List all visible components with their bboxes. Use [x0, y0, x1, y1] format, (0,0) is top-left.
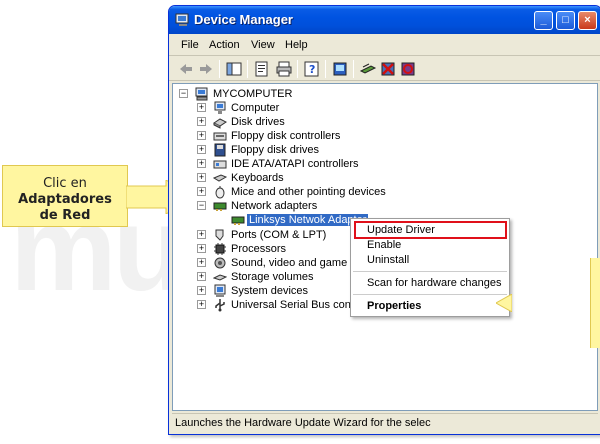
menubar: File Action View Help [169, 36, 600, 56]
floppy-drive-icon [214, 143, 226, 157]
menu-enable[interactable]: Enable [367, 239, 401, 251]
menu-update-driver[interactable]: Update Driver [367, 224, 435, 236]
expand-toggle[interactable]: + [197, 258, 206, 267]
print-icon[interactable] [275, 60, 293, 78]
expand-toggle[interactable]: + [197, 187, 206, 196]
titlebar[interactable]: Device Manager _ □ × [169, 6, 600, 34]
minimize-button[interactable]: _ [534, 11, 553, 30]
mouse-icon [215, 186, 225, 199]
menu-help[interactable]: Help [285, 39, 308, 51]
tree-item-mice[interactable]: + Mice and other pointing devices [197, 186, 417, 200]
device-manager-icon [175, 13, 189, 26]
menu-file[interactable]: File [181, 39, 199, 51]
network-adapter-icon [213, 202, 227, 211]
tree-item-label: Network adapters [231, 200, 318, 212]
computer-icon [195, 87, 208, 101]
tree-item-label: Keyboards [231, 172, 284, 184]
svg-text:?: ? [309, 63, 315, 76]
tree-item-floppy-controllers[interactable]: + Floppy disk controllers [197, 130, 397, 144]
window-title: Device Manager [194, 12, 293, 27]
disk-drive-icon [213, 118, 227, 129]
sound-icon [214, 257, 226, 269]
uninstall-icon[interactable] [379, 60, 397, 78]
back-icon[interactable] [177, 60, 195, 78]
tree-item-label: System devices [231, 285, 309, 297]
context-menu: Update Driver Enable Uninstall Scan for … [350, 218, 510, 317]
floppy-controller-icon [213, 132, 227, 141]
show-hide-tree-icon[interactable] [225, 60, 243, 78]
maximize-button[interactable]: □ [556, 11, 575, 30]
toolbar: ? [169, 57, 600, 81]
callout-line-1: Clic en [43, 176, 87, 191]
toolbar-separator [247, 60, 248, 78]
tree-item-computer[interactable]: + Computer [197, 101, 397, 116]
status-bar: Launches the Hardware Update Wizard for … [172, 413, 598, 433]
second-callout-edge [590, 258, 600, 348]
help-icon[interactable]: ? [303, 60, 321, 78]
tree-item-ide-controllers[interactable]: + IDE ATA/ATAPI controllers [197, 158, 397, 172]
system-device-icon [214, 284, 226, 297]
processor-icon [214, 243, 226, 255]
menu-separator [353, 294, 507, 295]
tree-item-label: Computer [231, 102, 280, 114]
tree-item-label: Mice and other pointing devices [231, 186, 386, 198]
close-button[interactable]: × [578, 11, 597, 30]
tree-item-label: Ports (COM & LPT) [231, 229, 327, 241]
menu-scan-hardware[interactable]: Scan for hardware changes [367, 277, 502, 289]
update-driver-icon[interactable] [359, 60, 377, 78]
collapse-toggle[interactable]: − [197, 201, 206, 210]
menu-view[interactable]: View [251, 39, 275, 51]
keyboard-icon [213, 174, 227, 182]
network-card-icon [231, 216, 245, 225]
expand-toggle[interactable]: + [197, 244, 206, 253]
callout-line-2: Adaptadores [18, 192, 112, 207]
menu-uninstall[interactable]: Uninstall [367, 254, 409, 266]
expand-toggle[interactable]: + [197, 286, 206, 295]
tree-item-floppy-drives[interactable]: + Floppy disk drives [197, 143, 397, 158]
port-icon [215, 229, 224, 241]
storage-icon [213, 274, 227, 281]
expand-toggle[interactable]: + [197, 131, 206, 140]
expand-toggle[interactable]: + [197, 145, 206, 154]
tree-item-label: Processors [231, 243, 287, 255]
expand-toggle[interactable]: + [197, 230, 206, 239]
tree-root[interactable]: − MYCOMPUTER [179, 87, 379, 102]
tree-item-label: Disk drives [231, 116, 285, 128]
expand-toggle[interactable]: + [197, 272, 206, 281]
forward-icon[interactable] [197, 60, 215, 78]
tree-item-network-adapters[interactable]: − Network adapters [197, 200, 397, 214]
toolbar-separator [219, 60, 220, 78]
collapse-toggle[interactable]: − [179, 89, 188, 98]
tree-item-disk-drives[interactable]: + Disk drives [197, 116, 397, 130]
scan-hardware-icon[interactable] [331, 60, 349, 78]
tree-item-keyboards[interactable]: + Keyboards [197, 172, 397, 186]
properties-icon[interactable] [253, 60, 271, 78]
expand-toggle[interactable]: + [197, 103, 206, 112]
menu-properties[interactable]: Properties [367, 300, 421, 312]
tree-item-label: IDE ATA/ATAPI controllers [231, 158, 359, 170]
expand-toggle[interactable]: + [197, 117, 206, 126]
tutorial-callout: Clic en Adaptadores de Red [2, 165, 128, 227]
disable-device-icon[interactable] [399, 60, 417, 78]
menu-action[interactable]: Action [209, 39, 240, 51]
expand-toggle[interactable]: + [197, 159, 206, 168]
expand-toggle[interactable]: + [197, 173, 206, 182]
usb-icon [215, 299, 225, 312]
computer-icon [214, 101, 226, 114]
callout-line-3: de Red [39, 208, 91, 223]
second-callout-arrow [496, 294, 512, 312]
expand-toggle[interactable]: + [197, 300, 206, 309]
toolbar-separator [353, 60, 354, 78]
toolbar-separator [325, 60, 326, 78]
tree-item-label: Storage volumes [231, 271, 314, 283]
ide-controller-icon [213, 160, 227, 169]
tree-item-label: Floppy disk drives [231, 144, 320, 156]
toolbar-separator [297, 60, 298, 78]
menu-separator [353, 271, 507, 272]
tree-item-label: Floppy disk controllers [231, 130, 341, 142]
tree-root-label: MYCOMPUTER [213, 88, 293, 100]
